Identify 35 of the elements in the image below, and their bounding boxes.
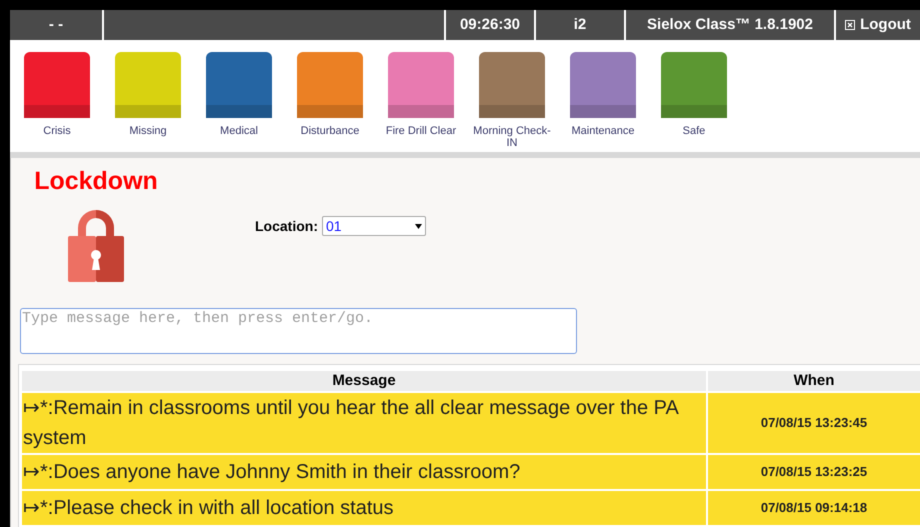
message-field[interactable]: Type message here, then press enter/go. (20, 308, 577, 354)
alert-label: Medical (219, 125, 259, 137)
alert-label: Maintenance (570, 125, 636, 137)
column-header: When (708, 371, 920, 391)
logout-button[interactable]: Logout (836, 10, 920, 40)
caret-icon (415, 224, 422, 228)
message-cell: ↦*:Does anyone have Johnny Smith in their classroom? (22, 455, 706, 489)
alert-tile[interactable] (661, 52, 727, 118)
location-select[interactable]: 01 (322, 216, 426, 236)
time-cell: 07/08/15 13:23:45 (708, 393, 920, 453)
close-icon (845, 20, 856, 30)
message-cell: ↦*:Please check in with all location status (22, 491, 706, 525)
location-label: Location: (255, 216, 318, 236)
alert-label: Missing (128, 125, 168, 137)
alert-tile[interactable] (206, 52, 272, 118)
user-text: i2 (536, 10, 624, 40)
alert-label: Fire Drill Clear (384, 125, 458, 137)
alert-label: Crisis (42, 125, 72, 137)
lockdown-title: Lockdown (34, 166, 158, 196)
alert-tile[interactable] (24, 52, 90, 118)
time-cell: 07/08/15 13:23:25 (708, 455, 920, 489)
alert-tile[interactable] (570, 52, 636, 118)
alert-tile[interactable] (479, 52, 545, 118)
alert-label: Safe (682, 125, 706, 137)
time-cell: 07/08/15 09:14:18 (708, 491, 920, 525)
alert-label: Morning Check-IN (472, 125, 552, 149)
alert-tile[interactable] (115, 52, 181, 118)
alert-label: Disturbance (300, 125, 360, 137)
alert-tile[interactable] (297, 52, 363, 118)
status-text: - - (10, 10, 102, 40)
message-cell: ↦*:Remain in classrooms until you hear the all clear message over the PA system (22, 393, 706, 453)
column-header: Message (22, 371, 706, 391)
product-version: Sielox Class™ 1.8.1902 (626, 10, 834, 40)
clock-text: 09:26:30 (446, 10, 534, 40)
alert-tile[interactable] (388, 52, 454, 118)
